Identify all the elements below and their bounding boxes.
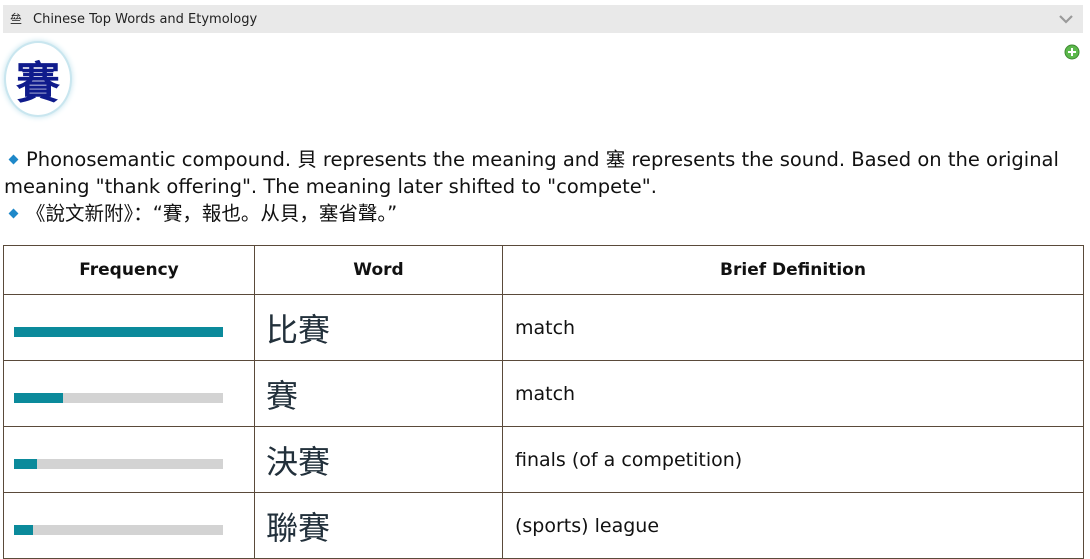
app-title: Chinese Top Words and Etymology bbox=[33, 11, 258, 27]
definition-cell: (sports) league bbox=[502, 492, 1084, 559]
frequency-bar bbox=[14, 326, 223, 337]
frequency-bar-fill bbox=[14, 524, 33, 535]
frequency-cell bbox=[3, 294, 255, 361]
etymology-text: Phonosemantic compound. 貝 represents the… bbox=[4, 148, 1059, 198]
word-cell[interactable]: 比賽 bbox=[254, 294, 503, 361]
add-icon[interactable] bbox=[1064, 44, 1080, 60]
frequency-bar-fill bbox=[14, 326, 223, 337]
definition-header[interactable]: Brief Definition bbox=[502, 245, 1084, 295]
frequency-bar-fill bbox=[14, 458, 37, 469]
etymology-description: Phonosemantic compound. 貝 represents the… bbox=[4, 146, 1080, 227]
frequency-bar bbox=[14, 458, 223, 469]
table-row[interactable]: 決賽 finals (of a competition) bbox=[3, 426, 1084, 493]
character-badge: 賽 bbox=[4, 41, 72, 117]
etymology-line: Phonosemantic compound. 貝 represents the… bbox=[4, 146, 1080, 200]
words-table: Frequency Word Brief Definition 比賽 match… bbox=[3, 245, 1084, 559]
character-glyph: 賽 bbox=[16, 58, 60, 109]
frequency-cell bbox=[3, 492, 255, 559]
frequency-cell bbox=[3, 360, 255, 427]
etymology-quote: 《說文新附》：“賽，報也。从貝，塞省聲。” bbox=[26, 202, 398, 225]
definition-cell: match bbox=[502, 360, 1084, 427]
word-cell[interactable]: 聯賽 bbox=[254, 492, 503, 559]
frequency-header[interactable]: Frequency bbox=[3, 245, 255, 295]
definition-cell: match bbox=[502, 294, 1084, 361]
table-row[interactable]: 賽 match bbox=[3, 360, 1084, 427]
bullet-diamond-icon bbox=[8, 208, 19, 219]
frequency-bar bbox=[14, 392, 223, 403]
app-glyph-icon: 亝 bbox=[10, 12, 23, 26]
frequency-bar bbox=[14, 524, 223, 535]
chevron-down-icon[interactable] bbox=[1057, 10, 1075, 28]
frequency-cell bbox=[3, 426, 255, 493]
frequency-bar-fill bbox=[14, 392, 64, 403]
bullet-diamond-icon bbox=[8, 154, 19, 165]
table-row[interactable]: 聯賽 (sports) league bbox=[3, 492, 1084, 559]
title-bar[interactable]: 亝 Chinese Top Words and Etymology bbox=[3, 5, 1083, 33]
definition-cell: finals (of a competition) bbox=[502, 426, 1084, 493]
word-header[interactable]: Word bbox=[254, 245, 503, 295]
word-cell[interactable]: 賽 bbox=[254, 360, 503, 427]
table-row[interactable]: 比賽 match bbox=[3, 294, 1084, 361]
word-cell[interactable]: 決賽 bbox=[254, 426, 503, 493]
table-header-row: Frequency Word Brief Definition bbox=[3, 245, 1084, 295]
etymology-line: 《說文新附》：“賽，報也。从貝，塞省聲。” bbox=[4, 200, 1080, 227]
